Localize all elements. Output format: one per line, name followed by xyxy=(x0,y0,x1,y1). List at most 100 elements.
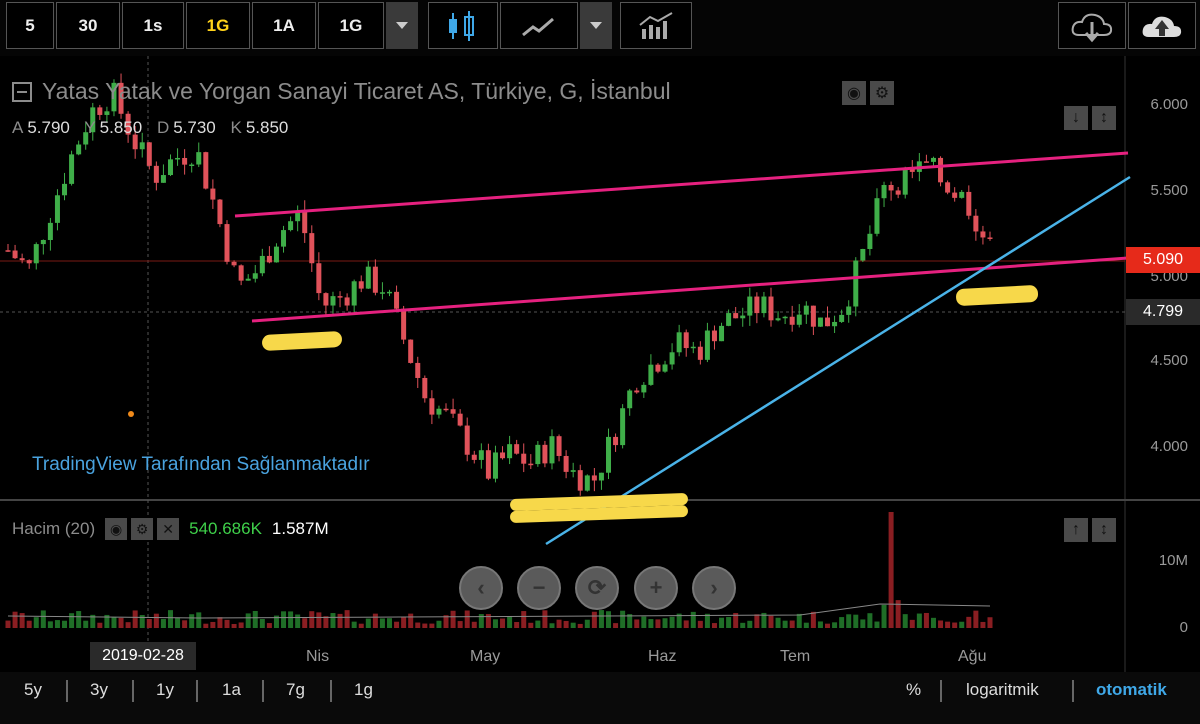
candle-body xyxy=(980,231,986,238)
volume-bar xyxy=(146,618,152,628)
candlestick-icon xyxy=(449,10,474,41)
candle-body xyxy=(365,266,371,289)
high-value: 5.850 xyxy=(99,118,143,137)
volume-bar xyxy=(295,614,301,628)
scroll-right-button[interactable]: › xyxy=(692,566,736,610)
arrow-updown-icon[interactable]: ↕ xyxy=(1092,106,1116,130)
range-1y[interactable]: 1y xyxy=(156,680,174,700)
log-toggle[interactable]: logaritmik xyxy=(966,680,1039,700)
candle-body xyxy=(323,293,329,306)
volume-bar xyxy=(182,620,188,628)
interval-dropdown-caret[interactable] xyxy=(386,2,418,49)
volume-bar xyxy=(457,621,463,628)
close-icon[interactable]: ✕ xyxy=(157,518,180,540)
volume-bar xyxy=(266,623,272,628)
candle-body xyxy=(422,377,428,399)
arrow-updown-icon[interactable]: ↕ xyxy=(1092,518,1116,542)
chart-type-dropdown-caret[interactable] xyxy=(580,2,612,49)
volume-bar xyxy=(19,613,25,628)
candle-body xyxy=(867,233,873,249)
candle-body xyxy=(33,244,39,264)
candle-body xyxy=(47,222,53,241)
candle-body xyxy=(224,224,230,262)
candle-body xyxy=(160,175,166,183)
eye-icon[interactable]: ◉ xyxy=(105,518,128,540)
range-1g[interactable]: 1g xyxy=(354,680,373,700)
volume-bar xyxy=(683,620,689,628)
candle-body xyxy=(577,470,583,491)
price-tick: 5.500 xyxy=(1150,182,1188,199)
range-5y[interactable]: 5y xyxy=(24,680,42,700)
candle-body xyxy=(775,318,781,321)
volume-bar xyxy=(344,610,350,628)
candle-body xyxy=(514,444,520,454)
volume-bar xyxy=(803,622,809,628)
volume-bar xyxy=(54,620,60,628)
candle-body xyxy=(379,292,385,294)
candle-body xyxy=(726,313,732,326)
range-1a[interactable]: 1a xyxy=(222,680,241,700)
volume-bar xyxy=(365,618,371,628)
volume-bar xyxy=(606,611,612,628)
candle-body xyxy=(902,169,908,195)
volume-tick: 10M xyxy=(1158,552,1188,569)
indicators-button[interactable] xyxy=(620,2,692,49)
volume-bar xyxy=(825,623,831,628)
candle-body xyxy=(104,111,110,115)
volume-bar xyxy=(450,610,456,628)
auto-toggle[interactable]: otomatik xyxy=(1096,680,1167,700)
volume-bar xyxy=(160,618,166,628)
range-7g[interactable]: 7g xyxy=(286,680,305,700)
candle-body xyxy=(789,316,795,325)
chart-type-area-button[interactable] xyxy=(500,2,578,49)
collapse-icon[interactable] xyxy=(12,81,32,102)
volume-bar xyxy=(224,619,230,628)
candle-body xyxy=(436,408,442,415)
candle-body xyxy=(54,195,60,223)
resistance-line xyxy=(234,151,1129,218)
scroll-left-button[interactable]: ‹ xyxy=(459,566,503,610)
candle-body xyxy=(309,233,315,264)
interval-dropdown-value[interactable]: 1G xyxy=(318,2,384,49)
gear-icon[interactable]: ⚙ xyxy=(131,518,154,540)
gear-icon[interactable]: ⚙ xyxy=(870,81,894,105)
volume-bar xyxy=(690,611,696,628)
candle-body xyxy=(507,444,513,459)
uptrend-line xyxy=(545,175,1131,546)
cloud-upload-button[interactable] xyxy=(1128,2,1196,49)
interval-5-button[interactable]: 5 xyxy=(6,2,54,49)
interval-1a-button[interactable]: 1A xyxy=(252,2,316,49)
candle-body xyxy=(923,161,929,163)
volume-bar xyxy=(372,613,378,628)
candle-body xyxy=(26,260,32,264)
cloud-download-button[interactable] xyxy=(1058,2,1126,49)
range-3y[interactable]: 3y xyxy=(90,680,108,700)
candle-body xyxy=(930,157,936,162)
candle-body xyxy=(690,346,696,349)
candle-body xyxy=(5,250,11,252)
volume-bar xyxy=(492,619,498,628)
zoom-in-button[interactable]: + xyxy=(634,566,678,610)
candle-body xyxy=(316,263,322,294)
candle-body xyxy=(500,452,506,459)
interval-1s-button[interactable]: 1s xyxy=(122,2,184,49)
candle-body xyxy=(245,278,251,281)
percent-toggle[interactable]: % xyxy=(906,680,921,700)
arrow-down-icon[interactable]: ↓ xyxy=(1064,106,1088,130)
price-chart[interactable]: Yatas Yatak ve Yorgan Sanayi Ticaret AS,… xyxy=(0,56,1200,672)
zoom-out-button[interactable]: − xyxy=(517,566,561,610)
volume-bar xyxy=(337,613,343,628)
chart-type-candles-button[interactable] xyxy=(428,2,498,49)
candle-body xyxy=(266,255,272,263)
volume-bar xyxy=(415,622,421,628)
reset-button[interactable]: ⟳ xyxy=(575,566,619,610)
eye-icon[interactable]: ◉ xyxy=(842,81,866,105)
candle-body xyxy=(782,316,788,319)
interval-1g-button[interactable]: 1G xyxy=(186,2,250,49)
candle-body xyxy=(139,142,145,150)
interval-30-button[interactable]: 30 xyxy=(56,2,120,49)
candle-body xyxy=(768,296,774,321)
chevron-down-icon xyxy=(396,22,408,29)
volume-legend: Hacim (20) ◉ ⚙ ✕ 540.686K 1.587M xyxy=(12,518,329,540)
arrow-up-icon[interactable]: ↑ xyxy=(1064,518,1088,542)
